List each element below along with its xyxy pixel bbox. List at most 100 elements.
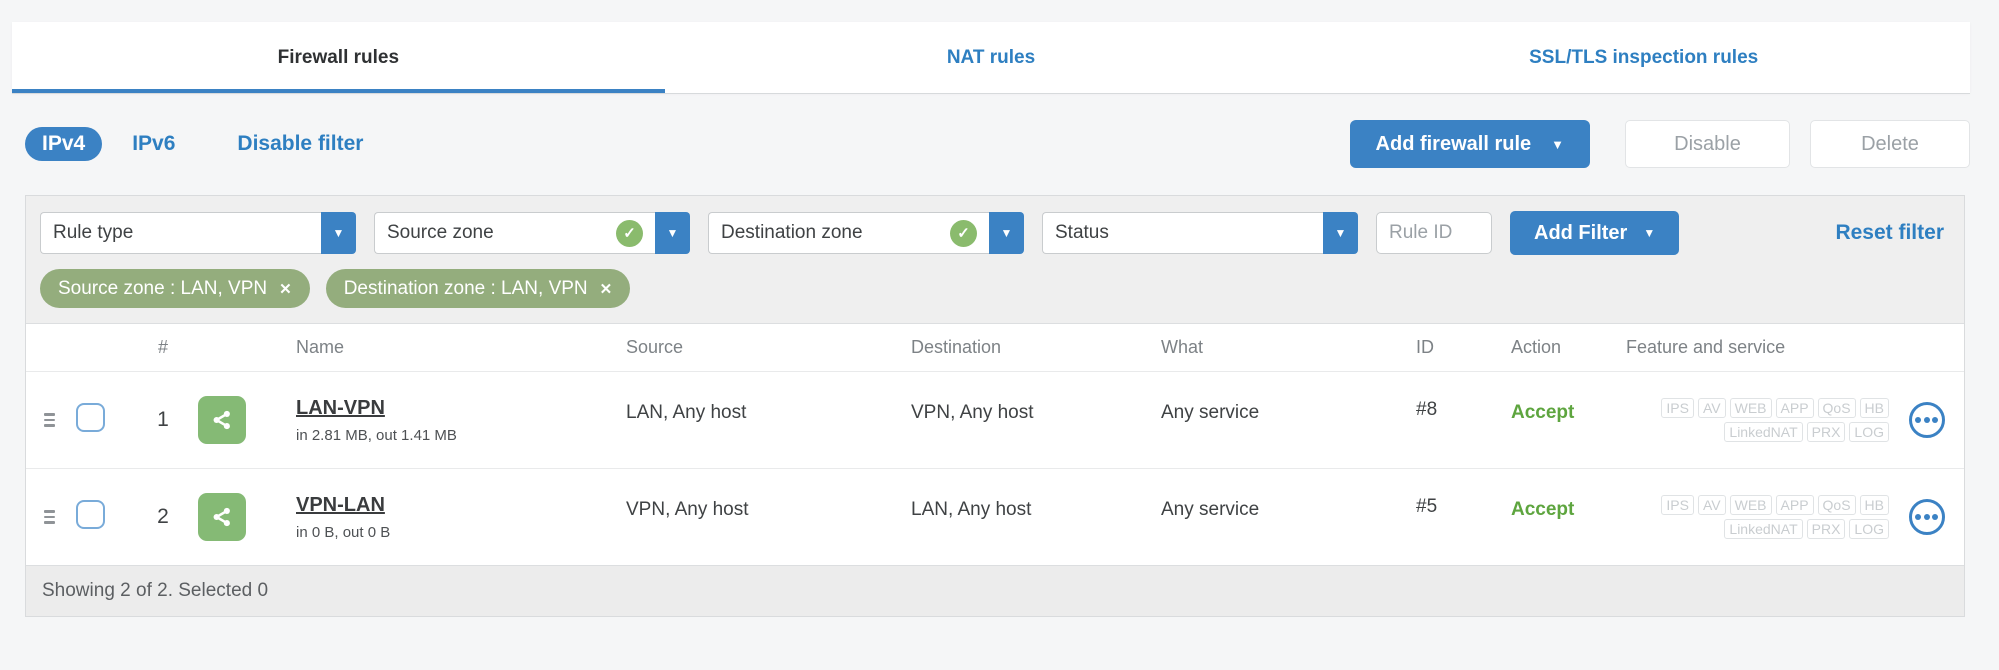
remove-filter-icon[interactable]: ✕ — [279, 280, 292, 298]
status-dropdown-button[interactable]: ▼ — [1323, 212, 1358, 254]
table-row: 2 VPN-LAN in 0 B, out 0 B VPN, Any host … — [26, 468, 1964, 565]
source-zone-dropdown-label: Source zone — [387, 222, 494, 243]
rule-what: Any service — [1161, 402, 1260, 423]
row-number: 2 — [157, 505, 169, 528]
rule-name-link[interactable]: LAN-VPN — [296, 397, 610, 420]
reset-filter-link[interactable]: Reset filter — [1835, 221, 1950, 245]
status-dropdown-field: Status — [1042, 212, 1323, 254]
feature-badge: LOG — [1849, 519, 1889, 539]
rule-id-input[interactable] — [1376, 212, 1492, 254]
column-header-num: # — [157, 337, 168, 357]
filter-applied-check-icon: ✓ — [950, 219, 977, 247]
rule-action: Accept — [1511, 402, 1575, 423]
source-zone-dropdown-field: Source zone ✓ — [374, 212, 655, 254]
chevron-down-icon: ▼ — [1551, 136, 1564, 152]
drag-handle[interactable] — [44, 510, 55, 524]
feature-badge: PRX — [1806, 519, 1846, 539]
chevron-down-icon: ▼ — [1334, 226, 1347, 240]
column-header-destination: Destination — [911, 337, 1002, 357]
column-header-source: Source — [626, 337, 684, 357]
table-header: # Name Source Destination What ID Action… — [26, 324, 1964, 371]
status-dropdown[interactable]: Status ▼ — [1042, 212, 1358, 254]
rule-source: VPN, Any host — [626, 499, 749, 520]
disable-button[interactable]: Disable — [1625, 120, 1790, 168]
feature-badge: LinkedNAT — [1724, 519, 1803, 539]
chevron-down-icon: ▼ — [1000, 226, 1013, 240]
rule-share-icon — [198, 396, 246, 444]
feature-badges: IPS AV WEB APP QoS HB LinkedNAT PRX LOG — [1610, 495, 1889, 539]
row-count-summary: Showing 2 of 2. Selected 0 — [42, 580, 269, 601]
rule-source: LAN, Any host — [626, 402, 747, 423]
feature-badge: PRX — [1806, 422, 1846, 442]
rule-what: Any service — [1161, 499, 1260, 520]
disable-filter-link[interactable]: Disable filter — [237, 132, 363, 156]
source-zone-filter-chip-label: Source zone : LAN, VPN — [58, 277, 268, 299]
feature-badge: LOG — [1849, 422, 1889, 442]
firewall-rules-panel: Rule type ▼ Source zone ✓ ▼ Destination … — [25, 195, 1965, 617]
feature-badge: AV — [1697, 495, 1726, 515]
destination-zone-dropdown-label: Destination zone — [721, 222, 863, 243]
row-checkbox[interactable] — [76, 500, 105, 529]
source-zone-dropdown[interactable]: Source zone ✓ ▼ — [374, 212, 690, 254]
ipv6-toggle[interactable]: IPv6 — [132, 132, 175, 156]
filter-row: Rule type ▼ Source zone ✓ ▼ Destination … — [40, 211, 1950, 255]
column-header-name: Name — [296, 337, 345, 357]
tab-firewall-rules[interactable]: Firewall rules — [12, 22, 665, 93]
delete-button[interactable]: Delete — [1810, 120, 1970, 168]
row-menu-ellipsis-icon[interactable] — [1908, 499, 1945, 535]
rule-destination: LAN, Any host — [911, 499, 1032, 520]
chevron-down-icon: ▼ — [332, 226, 345, 240]
column-header-id: ID — [1416, 337, 1434, 357]
feature-badge: IPS — [1661, 495, 1694, 515]
rule-share-icon — [198, 493, 246, 541]
destination-zone-dropdown[interactable]: Destination zone ✓ ▼ — [708, 212, 1024, 254]
feature-badge: APP — [1775, 398, 1814, 418]
column-header-action: Action — [1511, 337, 1562, 357]
feature-badge: QoS — [1817, 495, 1856, 515]
tab-ssl-tls-inspection-rules[interactable]: SSL/TLS inspection rules — [1317, 22, 1970, 93]
feature-badge: HB — [1859, 398, 1889, 418]
source-zone-filter-chip: Source zone : LAN, VPN ✕ — [40, 269, 310, 308]
rule-destination: VPN, Any host — [911, 402, 1034, 423]
active-filter-chips: Source zone : LAN, VPN ✕ Destination zon… — [40, 269, 1950, 308]
status-dropdown-label: Status — [1055, 222, 1109, 243]
rule-traffic-stats: in 2.81 MB, out 1.41 MB — [296, 426, 457, 444]
feature-badge: WEB — [1729, 398, 1772, 418]
feature-badge: LinkedNAT — [1724, 422, 1803, 442]
rule-type-dropdown[interactable]: Rule type ▼ — [40, 212, 356, 254]
rule-type-dropdown-label: Rule type — [53, 222, 134, 243]
table-row: 1 LAN-VPN in 2.81 MB, out 1.41 MB LAN, A… — [26, 371, 1964, 468]
feature-badges: IPS AV WEB APP QoS HB LinkedNAT PRX LOG — [1610, 398, 1889, 442]
destination-zone-filter-chip: Destination zone : LAN, VPN ✕ — [325, 269, 631, 308]
feature-badge: WEB — [1729, 495, 1772, 515]
row-number: 1 — [157, 408, 169, 431]
feature-badge: HB — [1859, 495, 1889, 515]
ipv4-toggle[interactable]: IPv4 — [25, 127, 103, 161]
feature-badge: IPS — [1661, 398, 1694, 418]
rule-action: Accept — [1511, 499, 1575, 520]
rules-tab-bar: Firewall rules NAT rules SSL/TLS inspect… — [12, 22, 1970, 93]
toolbar: IPv4 IPv6 Disable filter Add firewall ru… — [25, 118, 1970, 170]
rule-id: #5 — [1416, 496, 1438, 517]
filter-applied-check-icon: ✓ — [616, 219, 643, 247]
destination-zone-dropdown-button[interactable]: ▼ — [989, 212, 1024, 254]
feature-badge: APP — [1775, 495, 1814, 515]
add-filter-button[interactable]: Add Filter ▼ — [1510, 211, 1680, 255]
rule-type-dropdown-field: Rule type — [40, 212, 321, 254]
remove-filter-icon[interactable]: ✕ — [600, 280, 613, 298]
rule-id: #8 — [1416, 399, 1438, 420]
drag-handle[interactable] — [44, 413, 55, 427]
destination-zone-dropdown-field: Destination zone ✓ — [708, 212, 989, 254]
add-filter-label: Add Filter — [1534, 221, 1628, 244]
rule-name-link[interactable]: VPN-LAN — [296, 494, 610, 517]
row-checkbox[interactable] — [76, 403, 105, 432]
rule-traffic-stats: in 0 B, out 0 B — [296, 523, 391, 541]
rule-type-dropdown-button[interactable]: ▼ — [321, 212, 356, 254]
chevron-down-icon: ▼ — [666, 226, 679, 240]
tab-nat-rules[interactable]: NAT rules — [665, 22, 1318, 93]
chevron-down-icon: ▼ — [1643, 226, 1656, 240]
row-menu-ellipsis-icon[interactable] — [1908, 402, 1945, 438]
source-zone-dropdown-button[interactable]: ▼ — [655, 212, 690, 254]
add-firewall-rule-button[interactable]: Add firewall rule ▼ — [1349, 120, 1590, 168]
destination-zone-filter-chip-label: Destination zone : LAN, VPN — [343, 277, 588, 299]
